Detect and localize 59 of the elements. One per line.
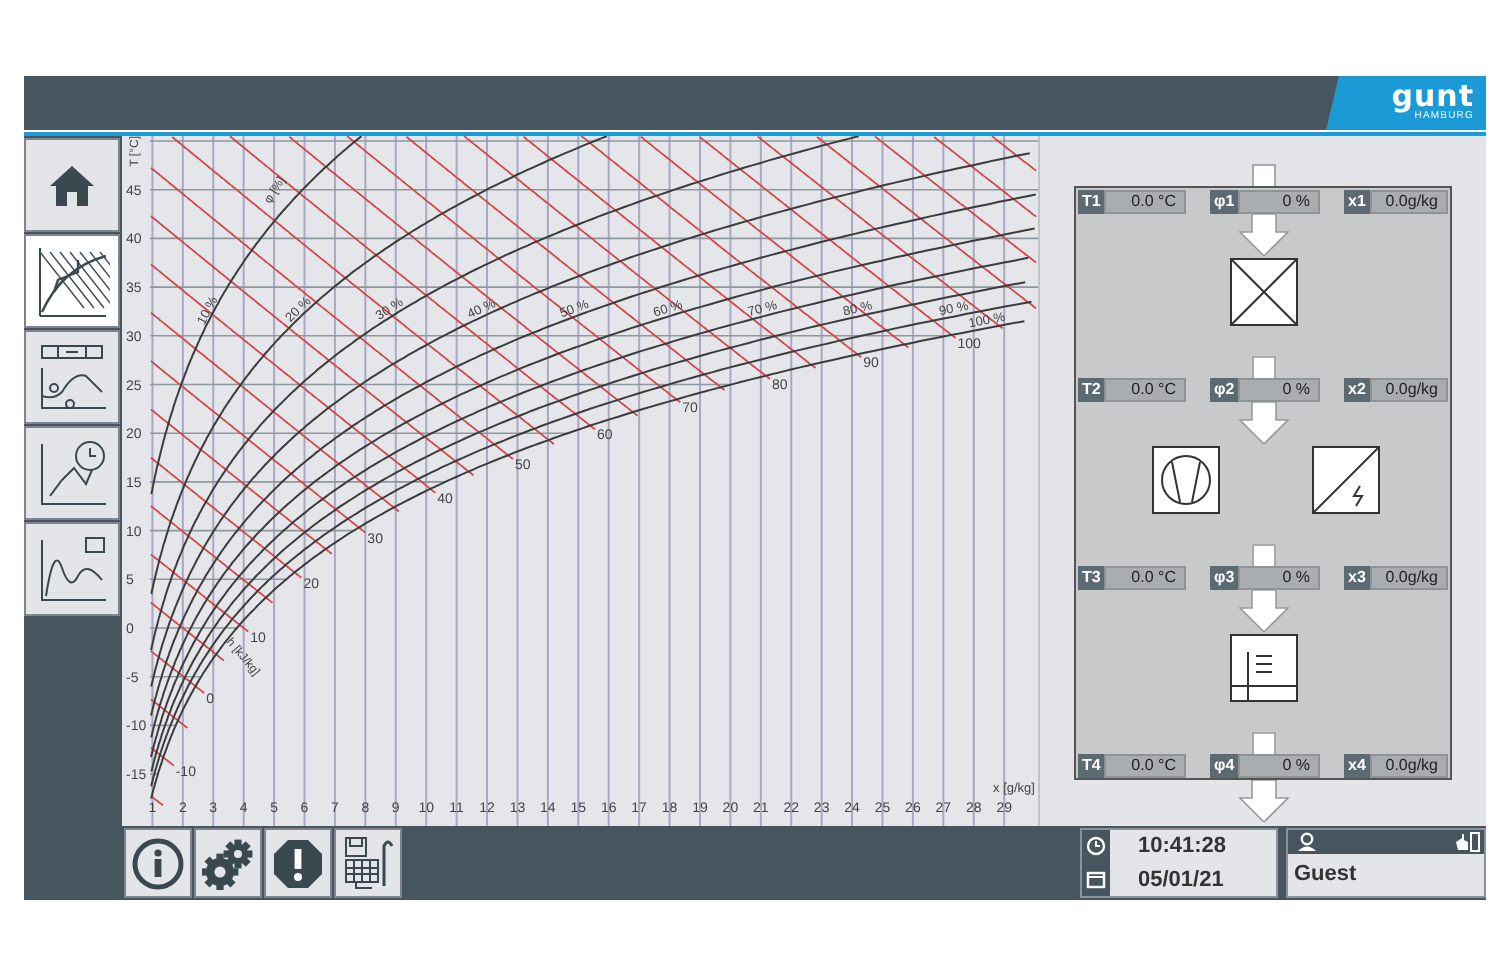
arrow-stem xyxy=(1251,164,1275,186)
reading-value: 0.0g/kg xyxy=(1369,190,1448,214)
info-icon xyxy=(132,837,184,889)
arrow-stem xyxy=(1251,732,1275,754)
humidifier-unit-icon xyxy=(1229,634,1297,702)
reading-value: 0.0 °C xyxy=(1104,190,1186,214)
arrow-down-icon xyxy=(1237,402,1289,444)
sidebar-button[interactable] xyxy=(24,330,120,424)
reading-label: x1 xyxy=(1344,190,1370,214)
reading-label: T2 xyxy=(1078,378,1105,402)
alert-icon xyxy=(272,837,324,889)
export-button[interactable] xyxy=(334,828,402,898)
arrow-down-icon xyxy=(1237,214,1289,256)
export-icon xyxy=(340,833,396,893)
time-text: 10:41:28 xyxy=(1138,834,1229,859)
reading-value: 0 % xyxy=(1238,754,1320,778)
user-icon xyxy=(1296,832,1318,852)
calendar-icon xyxy=(1086,869,1106,890)
sidebar-button[interactable] xyxy=(24,234,120,328)
reading-label: φ3 xyxy=(1210,566,1239,590)
touch-device-icon xyxy=(1452,832,1480,852)
home-icon xyxy=(48,163,96,207)
reading-value: 0.0 °C xyxy=(1104,378,1186,402)
reading-label: T4 xyxy=(1078,754,1105,778)
heater-unit-icon xyxy=(1312,446,1380,514)
clock-icon xyxy=(1086,836,1106,857)
reading-value: 0 % xyxy=(1238,190,1320,214)
reading-label: x2 xyxy=(1344,378,1370,402)
reading-value: 0.0g/kg xyxy=(1369,566,1448,590)
reading-value: 0 % xyxy=(1238,566,1320,590)
arrow-stem xyxy=(1251,356,1275,378)
sidebar-button[interactable] xyxy=(24,426,120,520)
arrow-down-icon xyxy=(1237,590,1289,632)
reading-value: 0.0 °C xyxy=(1104,754,1186,778)
alert-button[interactable] xyxy=(264,828,332,898)
reading-label: φ1 xyxy=(1210,190,1239,214)
reading-value: 0.0g/kg xyxy=(1369,378,1448,402)
reading-label: x4 xyxy=(1344,754,1370,778)
reading-value: 0.0g/kg xyxy=(1369,754,1448,778)
info-button[interactable] xyxy=(124,828,192,898)
sidebar-button[interactable] xyxy=(24,138,120,232)
logo-text: gunt xyxy=(1391,82,1474,110)
reading-label: φ2 xyxy=(1210,378,1239,402)
reading-label: T3 xyxy=(1078,566,1105,590)
reading-label: x3 xyxy=(1344,566,1370,590)
settings-button[interactable] xyxy=(194,828,262,898)
reading-value: 0 % xyxy=(1238,378,1320,402)
sidebar-button[interactable] xyxy=(24,522,120,616)
diagram-icon xyxy=(34,243,110,319)
reading-label: φ4 xyxy=(1210,754,1239,778)
user-name: Guest xyxy=(1292,860,1359,886)
filter-unit-icon xyxy=(1229,258,1297,326)
settings-icon xyxy=(202,837,254,889)
fan-unit-icon xyxy=(1152,446,1220,514)
arrow-down-icon xyxy=(1237,780,1289,822)
arrow-stem xyxy=(1251,544,1275,566)
date-text: 05/01/21 xyxy=(1138,867,1226,892)
reading-label: T1 xyxy=(1078,190,1105,214)
reading-value: 0.0 °C xyxy=(1104,566,1186,590)
